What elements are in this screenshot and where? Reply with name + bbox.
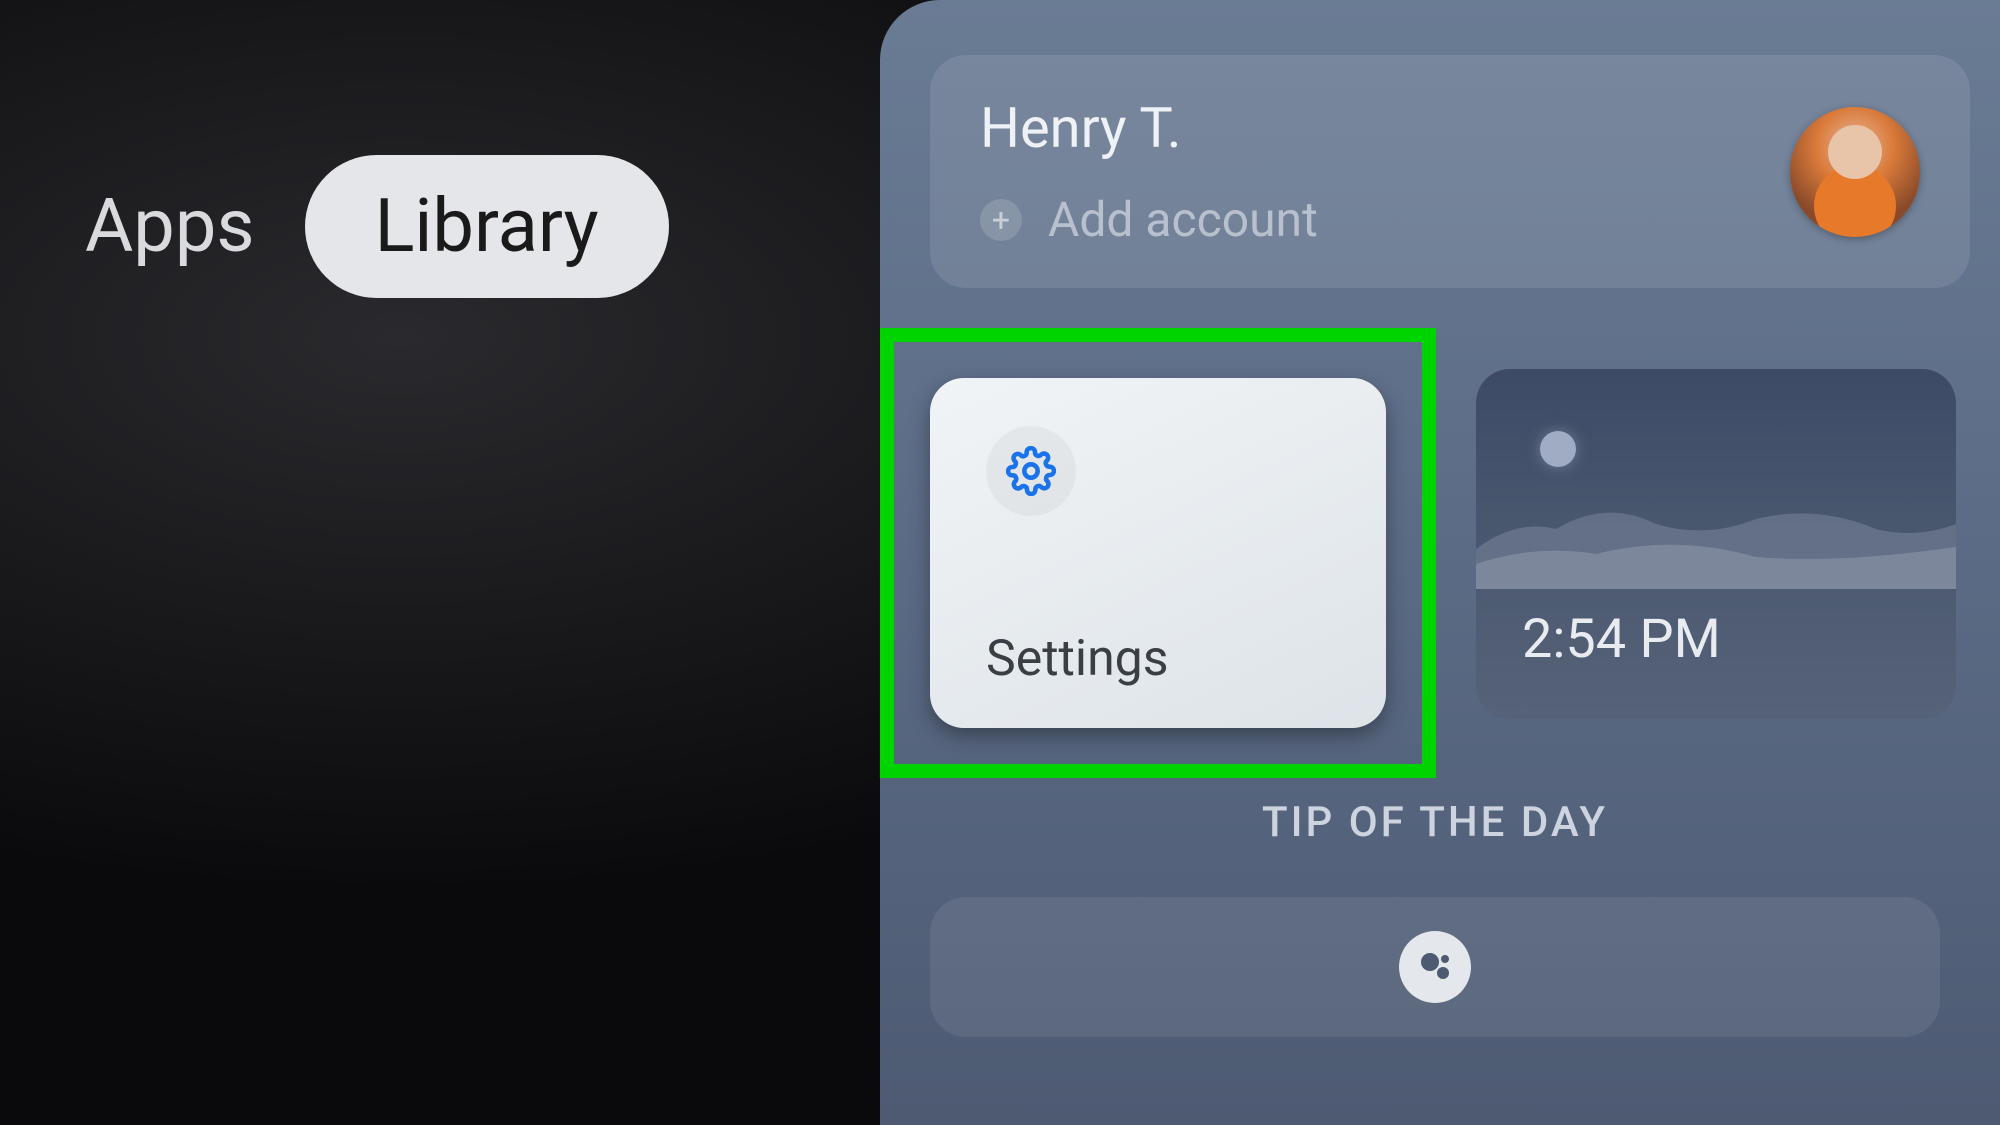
mountain-illustration <box>1476 469 1956 589</box>
account-info: Henry T. + Add account <box>980 95 1318 248</box>
settings-label: Settings <box>986 630 1346 688</box>
add-account-button[interactable]: + Add account <box>980 191 1318 248</box>
tip-of-day-heading: TIP OF THE DAY <box>930 798 1940 847</box>
settings-tile[interactable]: Settings <box>930 378 1386 728</box>
account-card[interactable]: Henry T. + Add account <box>930 55 1970 288</box>
tip-card[interactable] <box>930 897 1940 1037</box>
gear-icon <box>1006 446 1056 496</box>
moon-icon <box>1540 431 1576 467</box>
top-nav-tabs: Apps Library <box>85 155 669 298</box>
add-account-label: Add account <box>1048 191 1318 248</box>
gear-icon-circle <box>986 426 1076 516</box>
highlight-box: Settings <box>880 328 1436 778</box>
time-label: 2:54 PM <box>1522 608 1721 671</box>
user-name: Henry T. <box>980 95 1318 161</box>
quick-settings-panel: Henry T. + Add account Settings <box>880 0 2000 1125</box>
plus-icon: + <box>980 199 1022 241</box>
avatar[interactable] <box>1790 107 1920 237</box>
assistant-icon <box>1399 931 1471 1003</box>
tab-library[interactable]: Library <box>305 155 669 298</box>
tile-row: Settings 2:54 PM <box>930 333 2000 778</box>
weather-tile[interactable]: 2:54 PM <box>1476 369 1956 719</box>
tab-apps[interactable]: Apps <box>85 183 255 270</box>
